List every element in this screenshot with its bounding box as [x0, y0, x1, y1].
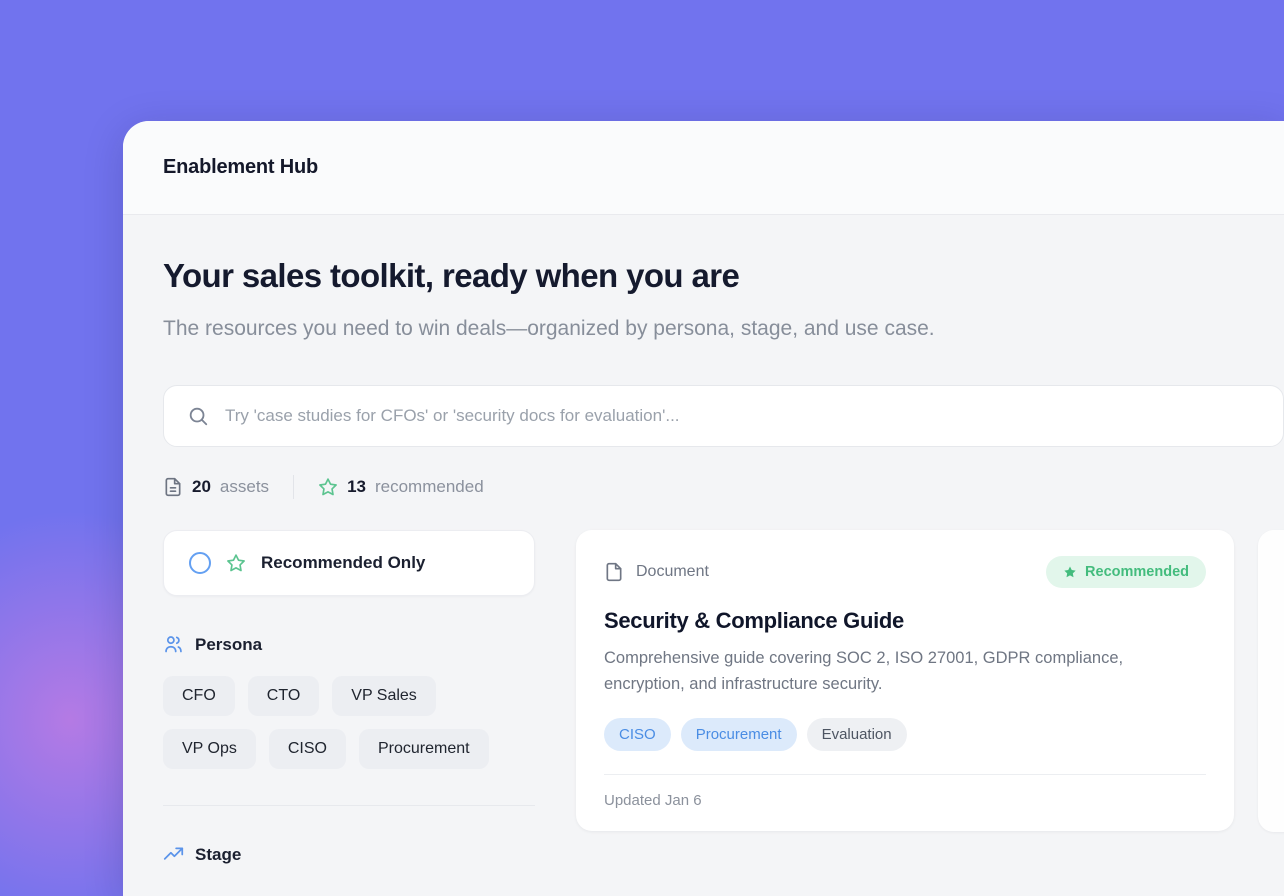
search-icon [187, 405, 209, 427]
asset-cards: Document Recommended Security & Complian… [576, 530, 1284, 832]
page-subtitle: The resources you need to win deals—orga… [163, 311, 978, 347]
card-description: Comprehensive guide covering SOC 2, ISO … [604, 646, 1189, 697]
card-tags: CISO Procurement Evaluation [604, 718, 1206, 751]
persona-chips: CFO CTO VP Sales VP Ops CISO Procurement [163, 676, 535, 769]
recommended-badge: Recommended [1046, 556, 1206, 588]
card-title: Security & Compliance Guide [604, 608, 1206, 634]
search-input[interactable] [225, 406, 1260, 426]
filters-sidebar: Recommended Only Persona CFO [163, 530, 535, 865]
search-bar[interactable] [163, 385, 1284, 447]
recommended-count: 13 [347, 477, 366, 497]
recommended-only-toggle[interactable]: Recommended Only [163, 530, 535, 596]
tag-procurement[interactable]: Procurement [681, 718, 797, 751]
next-asset-card-partial[interactable] [1258, 530, 1284, 832]
assets-label: assets [220, 477, 269, 497]
page-body: Your sales toolkit, ready when you are T… [123, 215, 1284, 865]
assets-count: 20 [192, 477, 211, 497]
card-updated: Updated Jan 6 [604, 774, 1206, 831]
assets-stat: 20 assets [163, 477, 269, 497]
stats-row: 20 assets 13 recommended [163, 475, 1284, 499]
stage-label: Stage [195, 845, 241, 865]
stage-section-header: Stage [163, 844, 535, 865]
recommended-badge-label: Recommended [1085, 564, 1189, 580]
persona-chip-cto[interactable]: CTO [248, 676, 319, 716]
persona-chip-cfo[interactable]: CFO [163, 676, 235, 716]
persona-chip-ciso[interactable]: CISO [269, 729, 346, 769]
persona-chip-vp-sales[interactable]: VP Sales [332, 676, 436, 716]
radio-circle-icon[interactable] [189, 552, 211, 574]
file-text-icon [163, 477, 183, 497]
recommended-label: recommended [375, 477, 484, 497]
card-type-label: Document [636, 563, 709, 581]
main-panel: Enablement Hub Your sales toolkit, ready… [123, 121, 1284, 896]
asset-card-security-compliance-guide[interactable]: Document Recommended Security & Complian… [576, 530, 1234, 830]
tag-ciso[interactable]: CISO [604, 718, 671, 751]
persona-section-header: Persona [163, 634, 535, 655]
persona-chip-procurement[interactable]: Procurement [359, 729, 489, 769]
app-title: Enablement Hub [163, 156, 318, 179]
recommended-only-label: Recommended Only [261, 553, 425, 573]
card-type: Document [604, 562, 709, 582]
users-icon [163, 634, 184, 655]
star-filled-icon [1063, 565, 1077, 579]
app-header: Enablement Hub [123, 121, 1284, 215]
persona-label: Persona [195, 635, 262, 655]
page-title: Your sales toolkit, ready when you are [163, 257, 1284, 295]
sidebar-divider [163, 805, 535, 806]
tag-evaluation[interactable]: Evaluation [807, 718, 907, 751]
file-icon [604, 562, 624, 582]
trending-up-icon [163, 844, 184, 865]
main-grid: Recommended Only Persona CFO [163, 530, 1284, 865]
card-top: Document Recommended [604, 556, 1206, 588]
persona-chip-vp-ops[interactable]: VP Ops [163, 729, 256, 769]
recommended-stat: 13 recommended [318, 477, 484, 497]
stats-divider [293, 475, 294, 499]
star-icon [226, 553, 246, 573]
star-icon [318, 477, 338, 497]
